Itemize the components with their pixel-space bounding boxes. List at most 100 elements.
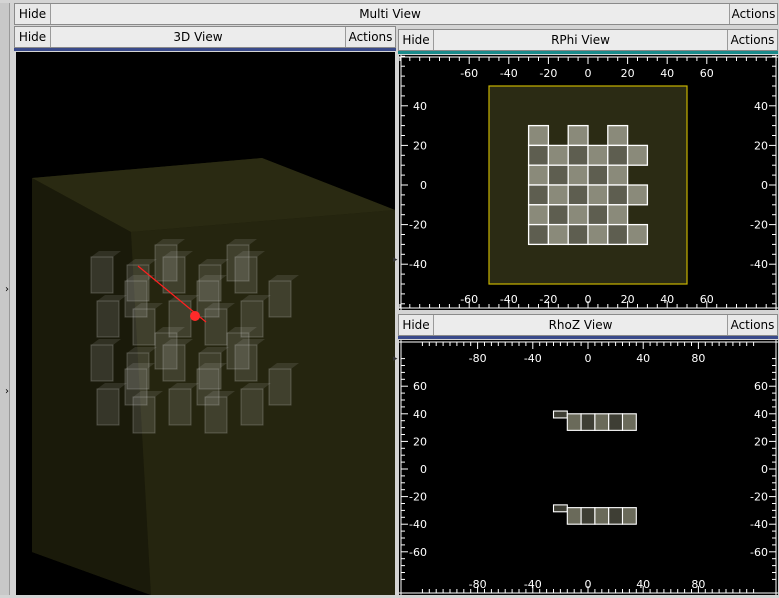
rhoz-view-actions-button[interactable]: Actions	[727, 315, 777, 335]
x-tick-label-bottom: 0	[585, 578, 592, 591]
rhoz-view-header: Hide RhoZ View Actions	[398, 314, 778, 336]
rphi-view-plot: -60 -60 -40 -40 -20 -20 0 0 20 20 40 40 60 60 40 40 20 20…	[399, 55, 778, 310]
cube-cell	[90, 256, 114, 294]
y-tick-label-left: 60	[413, 380, 427, 393]
multi-view-hide-button[interactable]: Hide	[15, 4, 51, 24]
rhoz-cell	[594, 507, 610, 525]
x-tick-label-top: 80	[691, 352, 705, 365]
rphi-view-accent	[398, 51, 778, 54]
x-tick-label-bottom: 0	[585, 293, 592, 306]
rphi-cell	[607, 164, 629, 186]
view-3d-canvas[interactable]	[16, 52, 395, 595]
x-tick-label-top: 40	[636, 352, 650, 365]
y-tick-label-right: -40	[750, 258, 768, 271]
cube-cell	[96, 388, 120, 426]
rphi-cell	[607, 184, 629, 206]
x-tick-label-bottom: -20	[539, 293, 557, 306]
expand-arrow-icon[interactable]: ›	[5, 284, 9, 295]
cube-cell	[154, 332, 178, 370]
rphi-cell	[567, 144, 589, 166]
x-tick-label-bottom: 60	[700, 293, 714, 306]
rhoz-cell	[552, 504, 568, 513]
left-scroll-strip[interactable]	[0, 3, 10, 595]
rphi-cell	[607, 223, 629, 246]
y-tick-label-right: 0	[761, 463, 768, 476]
y-tick-label-right: -20	[750, 219, 768, 232]
y-tick-label-left: 0	[420, 463, 427, 476]
rphi-cell	[626, 223, 649, 246]
multi-view-title: Multi View	[51, 4, 729, 24]
y-tick-label-right: 0	[761, 179, 768, 192]
rphi-cell	[607, 144, 629, 166]
rhoz-view-accent	[398, 336, 778, 339]
splitter-handle[interactable]: ▸	[393, 255, 398, 265]
rhoz-view-plot: -80 -80 -40 -40 0 0 40 40 80 80 60 60 40 40 20 20 0 0 -20 -…	[399, 340, 778, 595]
cube-cell	[196, 280, 220, 318]
rphi-cell	[567, 223, 589, 246]
cube-cell	[124, 368, 148, 406]
rphi-cell	[626, 184, 649, 206]
rphi-view-actions-button[interactable]: Actions	[727, 30, 777, 50]
cube-cell	[196, 368, 220, 406]
rhoz-cell	[594, 413, 610, 431]
splitter-handle[interactable]: ▸	[393, 354, 398, 364]
x-tick-label-bottom: -80	[469, 578, 487, 591]
y-tick-label-left: -20	[409, 491, 427, 504]
rhoz-cell	[566, 413, 582, 431]
x-tick-label-bottom: 80	[691, 578, 705, 591]
rphi-cell	[587, 223, 609, 246]
cube-cell	[226, 244, 250, 282]
y-tick-label-left: -60	[409, 546, 427, 559]
rphi-cell	[527, 184, 550, 206]
rphi-view-title: RPhi View	[434, 30, 727, 50]
cube-cell	[90, 344, 114, 382]
y-tick-label-left: 20	[413, 139, 427, 152]
view-3d-scene	[32, 158, 395, 595]
rhoz-view-hide-button[interactable]: Hide	[399, 315, 434, 335]
rphi-cell	[547, 164, 569, 186]
cube-cell	[268, 280, 292, 318]
multi-view-actions-button[interactable]: Actions	[729, 4, 777, 24]
y-tick-label-left: 40	[413, 100, 427, 113]
rhoz-cell	[621, 507, 637, 525]
view-3d-hide-button[interactable]: Hide	[15, 27, 51, 47]
rphi-cell	[547, 223, 569, 246]
rphi-view-canvas[interactable]: -60 -60 -40 -40 -20 -20 0 0 20 20 40 40 60 60 40 40 20 20…	[399, 55, 778, 310]
y-tick-label-left: 40	[413, 408, 427, 421]
x-tick-label-top: 0	[585, 352, 592, 365]
rphi-cell	[587, 144, 609, 166]
x-tick-label-top: 20	[621, 67, 635, 80]
y-tick-label-right: 40	[754, 100, 768, 113]
view-3d-actions-button[interactable]: Actions	[345, 27, 395, 47]
rphi-cell	[567, 164, 589, 186]
y-tick-label-right: 20	[754, 139, 768, 152]
view-3d-header: Hide 3D View Actions	[14, 26, 396, 48]
cube-cell	[226, 332, 250, 370]
y-tick-label-right: -40	[750, 518, 768, 531]
rhoz-cell	[608, 507, 624, 525]
rphi-cell	[567, 184, 589, 206]
y-tick-label-left: -20	[409, 219, 427, 232]
rhoz-cell	[621, 413, 637, 431]
view-3d-accent	[14, 48, 396, 51]
x-tick-label-top: 40	[660, 67, 674, 80]
x-tick-label-bottom: 40	[660, 293, 674, 306]
y-tick-label-left: -40	[409, 258, 427, 271]
multi-view-header: Hide Multi View Actions	[14, 3, 778, 25]
rphi-view-hide-button[interactable]: Hide	[399, 30, 434, 50]
x-tick-label-top: 60	[700, 67, 714, 80]
rphi-cell	[527, 124, 550, 147]
rphi-view-header: Hide RPhi View Actions	[398, 29, 778, 51]
rphi-cell	[547, 184, 569, 206]
rphi-cell	[567, 124, 589, 147]
expand-arrow-icon[interactable]: ›	[5, 386, 9, 397]
rhoz-view-canvas[interactable]: -80 -80 -40 -40 0 0 40 40 80 80 60 60 40 40 20 20 0 0 -20 -…	[399, 340, 778, 595]
x-tick-label-top: -60	[460, 67, 478, 80]
rphi-cell	[527, 164, 550, 186]
x-tick-label-top: -20	[539, 67, 557, 80]
rphi-cell	[547, 204, 569, 226]
x-tick-label-bottom: 20	[621, 293, 635, 306]
y-tick-label-right: 60	[754, 380, 768, 393]
rphi-cell	[527, 144, 550, 166]
y-tick-label-left: 20	[413, 435, 427, 448]
